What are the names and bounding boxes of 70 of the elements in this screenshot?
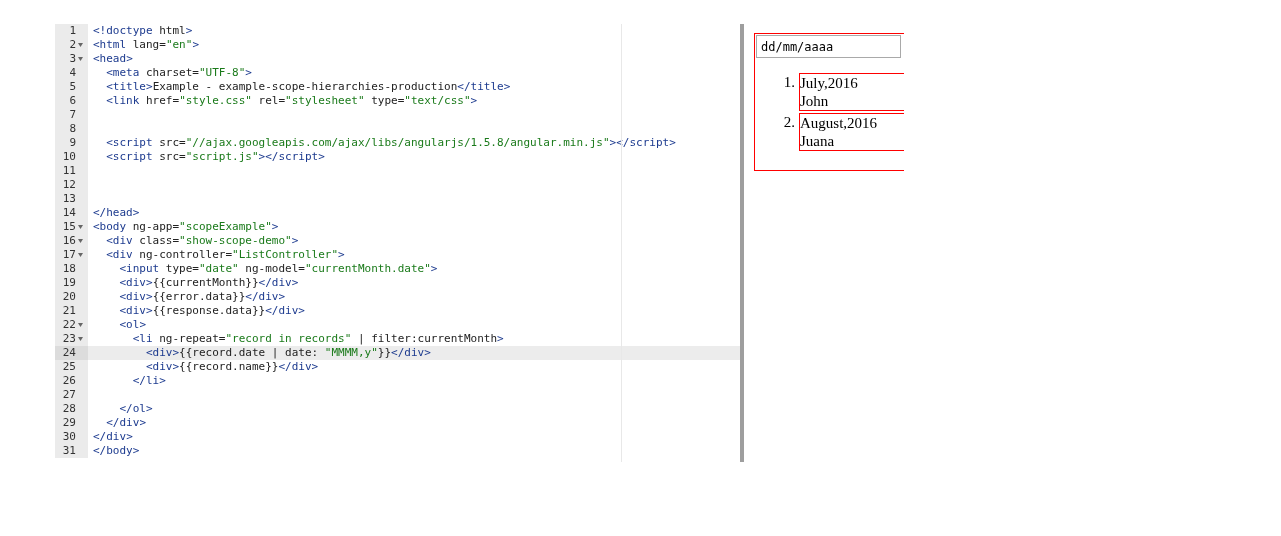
code-line: <link href="style.css" rel="stylesheet" type="text/css"> xyxy=(105,94,478,108)
line-number: 8 xyxy=(69,122,76,136)
line-number: 28 xyxy=(62,402,76,416)
line-number: 27 xyxy=(62,388,76,402)
code-line: </div> xyxy=(92,430,133,444)
code-line: <html lang="en"> xyxy=(92,38,199,52)
list-marker: 1. xyxy=(782,73,796,92)
code-line: </div> xyxy=(105,416,146,430)
line-number: 6 xyxy=(69,94,76,108)
fold-arrow-icon[interactable] xyxy=(78,323,83,327)
code-line: <div>{{currentMonth}}</div> xyxy=(118,276,299,290)
code-line: <head> xyxy=(92,52,133,66)
code-line: <div class="show-scope-demo"> xyxy=(105,234,299,248)
line-number: 19 xyxy=(62,276,76,290)
fold-arrow-icon[interactable] xyxy=(78,239,83,243)
fold-arrow-icon[interactable] xyxy=(78,43,83,47)
line-number: 15 xyxy=(62,220,76,234)
line-number: 10 xyxy=(62,150,76,164)
code-line: <script src="//ajax.googleapis.com/ajax/libs/angularjs/1.5.8/angular.min.js"></script> xyxy=(105,136,676,150)
line-number: 4 xyxy=(69,66,76,80)
line-number: 12 xyxy=(62,178,76,192)
code-line: <div>{{error.data}}</div> xyxy=(118,290,286,304)
code-line: <ol> xyxy=(118,318,146,332)
line-number: 3 xyxy=(69,52,76,66)
fold-arrow-icon[interactable] xyxy=(78,337,83,341)
code-line: <div ng-controller="ListController"> xyxy=(105,248,345,262)
record-name: Juana xyxy=(800,132,836,150)
line-number: 14 xyxy=(62,206,76,220)
record-date: July,2016 xyxy=(800,74,859,92)
line-number: 31 xyxy=(62,444,76,458)
line-number: 23 xyxy=(62,332,76,346)
code-line: <body ng-app="scopeExample"> xyxy=(92,220,279,234)
code-line: <script src="script.js"></script> xyxy=(105,150,325,164)
line-number: 17 xyxy=(62,248,76,262)
line-number: 2 xyxy=(69,38,76,52)
line-number: 22 xyxy=(62,318,76,332)
record-date: August,2016 xyxy=(800,114,879,132)
code-line: <div>{{record.name}}</div> xyxy=(145,360,319,374)
record-name: John xyxy=(800,92,830,110)
code-line: </head> xyxy=(92,206,140,220)
date-input[interactable]: dd/mm/aaaa xyxy=(756,35,901,58)
line-number: 1 xyxy=(69,24,76,38)
code-line: <div>{{response.data}}</div> xyxy=(118,304,305,318)
line-number: 9 xyxy=(69,136,76,150)
line-number: 7 xyxy=(69,108,76,122)
list-marker: 2. xyxy=(782,113,796,132)
line-number: 16 xyxy=(62,234,76,248)
code-line: <div>{{record.date | date: "MMMM,y"}}</div> xyxy=(145,346,431,360)
code-line: </body> xyxy=(92,444,140,458)
line-number: 24 xyxy=(62,346,76,360)
line-number: 25 xyxy=(62,360,76,374)
code-line: <li ng-repeat="record in records" | filter:currentMonth> xyxy=(131,332,504,346)
code-line: </ol> xyxy=(118,402,153,416)
line-number: 11 xyxy=(62,164,76,178)
code-line: </li> xyxy=(131,374,166,388)
line-number: 18 xyxy=(62,262,76,276)
fold-arrow-icon[interactable] xyxy=(78,225,83,229)
fold-arrow-icon[interactable] xyxy=(78,253,83,257)
line-number: 29 xyxy=(62,416,76,430)
line-number: 21 xyxy=(62,304,76,318)
line-number: 5 xyxy=(69,80,76,94)
code-line: <title>Example - example-scope-hierarchies-production</title> xyxy=(105,80,511,94)
code-line: <meta charset="UTF-8"> xyxy=(105,66,252,80)
fold-arrow-icon[interactable] xyxy=(78,57,83,61)
line-number: 20 xyxy=(62,290,76,304)
line-number: 30 xyxy=(62,430,76,444)
line-number: 13 xyxy=(62,192,76,206)
code-line: <!doctype html> xyxy=(92,24,193,38)
line-number: 26 xyxy=(62,374,76,388)
code-line: <input type="date" ng-model="currentMonth.date"> xyxy=(118,262,438,276)
